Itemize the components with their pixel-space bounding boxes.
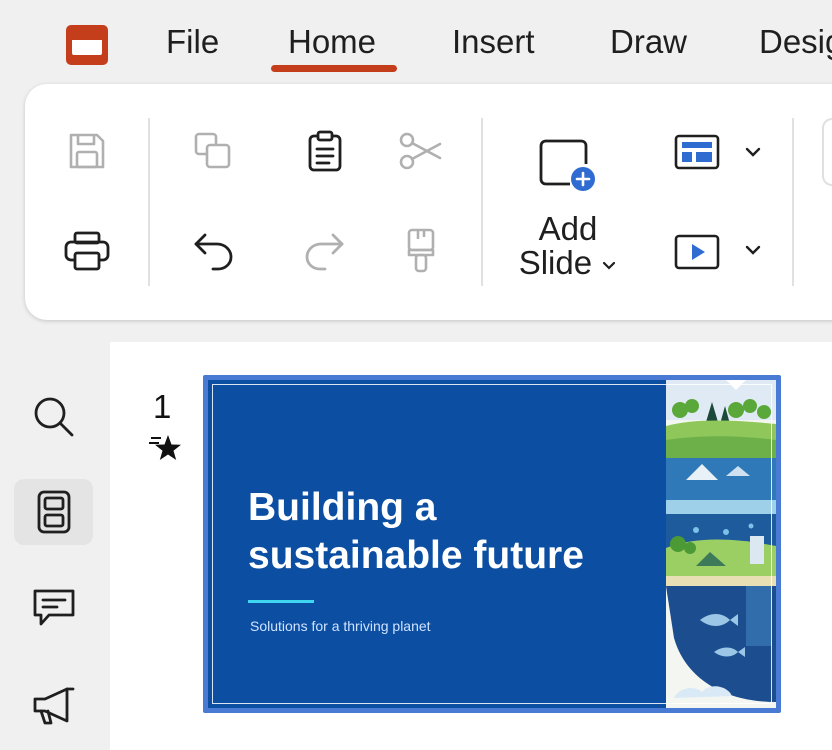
paste-icon bbox=[308, 130, 342, 172]
search-icon bbox=[34, 397, 73, 437]
comments-icon bbox=[33, 589, 74, 626]
layout-button[interactable] bbox=[672, 130, 722, 174]
save-icon bbox=[69, 133, 105, 169]
chevron-down-icon bbox=[603, 262, 616, 270]
tab-file[interactable]: File bbox=[166, 20, 219, 64]
ecosystem-illustration bbox=[666, 380, 776, 708]
tab-draw[interactable]: Draw bbox=[610, 20, 687, 64]
slides-panel-icon bbox=[37, 490, 70, 534]
add-slide-button[interactable]: Add Slide bbox=[505, 212, 631, 280]
copy-icon bbox=[194, 132, 231, 169]
chevron-down-icon bbox=[745, 147, 761, 157]
undo-button[interactable] bbox=[188, 226, 238, 276]
new-slide-button[interactable] bbox=[532, 136, 602, 192]
ribbon bbox=[25, 84, 832, 320]
cut-icon bbox=[399, 132, 442, 170]
slide-thumbnail-1[interactable]: Building a sustainable future Solutions … bbox=[208, 380, 776, 708]
powerpoint-app-icon[interactable] bbox=[66, 25, 108, 65]
format-painter-icon bbox=[407, 228, 435, 273]
active-tab-indicator bbox=[271, 65, 397, 72]
add-slide-label-line1: Add bbox=[538, 210, 598, 247]
ribbon-separator bbox=[148, 118, 150, 286]
present-button[interactable] bbox=[672, 230, 722, 274]
search-button[interactable] bbox=[14, 384, 93, 450]
slide-title: Building a sustainable future bbox=[248, 486, 584, 577]
slides-panel-button[interactable] bbox=[14, 479, 93, 545]
present-dropdown[interactable] bbox=[740, 238, 766, 262]
layout-icon bbox=[674, 134, 720, 170]
tab-design[interactable]: Desig bbox=[759, 20, 832, 64]
print-button[interactable] bbox=[62, 226, 112, 276]
slide-number: 1 bbox=[153, 388, 172, 425]
cut-button[interactable] bbox=[396, 126, 446, 176]
paste-button[interactable] bbox=[300, 126, 350, 176]
announcements-button[interactable] bbox=[14, 672, 93, 738]
save-button[interactable] bbox=[62, 126, 112, 176]
slide-accent-line bbox=[248, 600, 314, 603]
slide-subtitle: Solutions for a thriving planet bbox=[250, 618, 431, 634]
print-icon bbox=[64, 231, 110, 271]
chevron-down-icon bbox=[745, 245, 761, 255]
tab-insert[interactable]: Insert bbox=[452, 20, 535, 64]
megaphone-icon bbox=[33, 687, 74, 725]
present-icon bbox=[674, 234, 720, 270]
layout-dropdown[interactable] bbox=[740, 140, 766, 164]
add-slide-label-line2: Slide bbox=[505, 246, 631, 280]
ribbon-partial-control[interactable] bbox=[822, 118, 832, 186]
format-painter-button[interactable] bbox=[396, 226, 446, 276]
ribbon-separator bbox=[481, 118, 483, 286]
redo-button[interactable] bbox=[300, 226, 350, 276]
ribbon-separator bbox=[792, 118, 794, 286]
new-slide-icon bbox=[539, 139, 595, 191]
comments-button[interactable] bbox=[14, 574, 93, 640]
redo-icon bbox=[305, 233, 344, 271]
transition-icon bbox=[149, 432, 183, 471]
tab-home[interactable]: Home bbox=[288, 20, 376, 64]
undo-icon bbox=[194, 233, 233, 271]
copy-button[interactable] bbox=[188, 126, 238, 176]
